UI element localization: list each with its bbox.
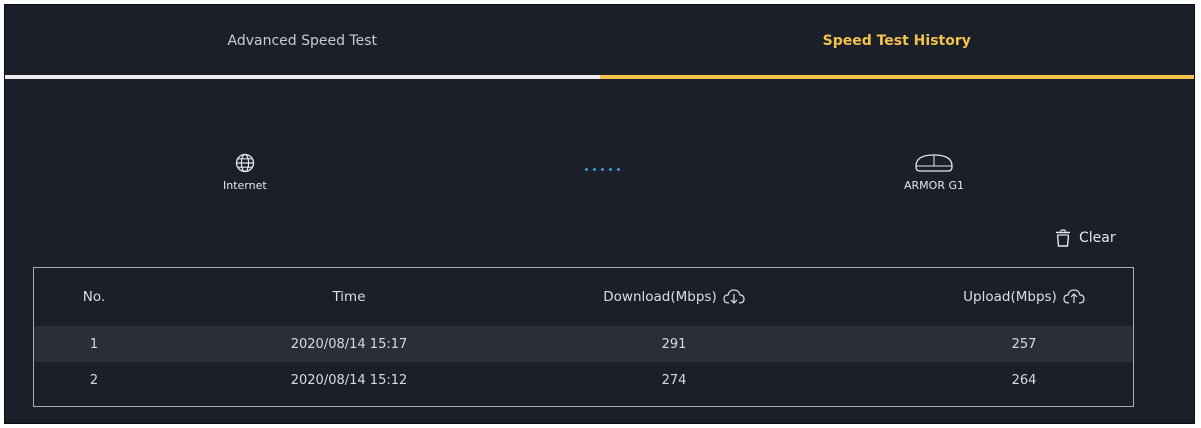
cell-download: 274 [661,372,687,388]
cell-download: 291 [661,336,687,352]
router-label: ARMOR G1 [904,179,964,192]
header-label: Upload(Mbps) [963,289,1057,305]
router-icon [915,154,953,172]
header-label: No. [82,289,106,305]
tab-speed-test-history[interactable]: Speed Test History [599,5,1194,79]
cloud-download-icon [723,289,745,304]
column-header-download: Download(Mbps) [574,289,774,305]
cell-no: 2 [89,372,99,388]
connection-dot [609,168,612,171]
cloud-upload-icon [1063,289,1085,304]
table-header: No. Time Download(Mbps) Upload(Mbps) [34,268,1133,326]
clear-label: Clear [1079,230,1116,246]
cell-upload: 257 [1011,336,1037,352]
header-label: Time [332,289,366,305]
cell-upload: 264 [1011,372,1037,388]
tab-label: Advanced Speed Test [227,33,377,49]
connection-dot [585,168,588,171]
column-header-no: No. [64,289,124,305]
tab-active-underline [599,75,1194,79]
history-table: No. Time Download(Mbps) Upload(Mbps) 1 2… [33,267,1134,407]
cell-no: 1 [89,336,99,352]
internet-label: Internet [223,179,267,192]
connection-indicator [585,168,620,171]
connection-dot [593,168,596,171]
tab-bar: Advanced Speed Test Speed Test History [5,5,1194,79]
connection-dot [617,168,620,171]
tab-underline [5,75,600,79]
clear-button[interactable]: Clear [1055,229,1116,247]
cell-time: 2020/08/14 15:17 [290,336,408,352]
column-header-time: Time [264,289,434,305]
globe-icon [235,153,254,173]
tab-advanced-speed-test[interactable]: Advanced Speed Test [5,5,600,79]
table-row: 1 2020/08/14 15:17 291 257 [34,326,1133,362]
column-header-upload: Upload(Mbps) [924,289,1124,305]
cell-time: 2020/08/14 15:12 [290,372,408,388]
speed-test-panel: Advanced Speed Test Speed Test History I… [4,4,1195,424]
router-node: ARMOR G1 [904,153,964,192]
header-label: Download(Mbps) [603,289,717,305]
connection-dot [601,168,604,171]
internet-node: Internet [223,153,267,192]
trash-icon [1056,229,1070,247]
tab-label: Speed Test History [822,33,971,49]
table-row: 2 2020/08/14 15:12 274 264 [34,362,1133,398]
